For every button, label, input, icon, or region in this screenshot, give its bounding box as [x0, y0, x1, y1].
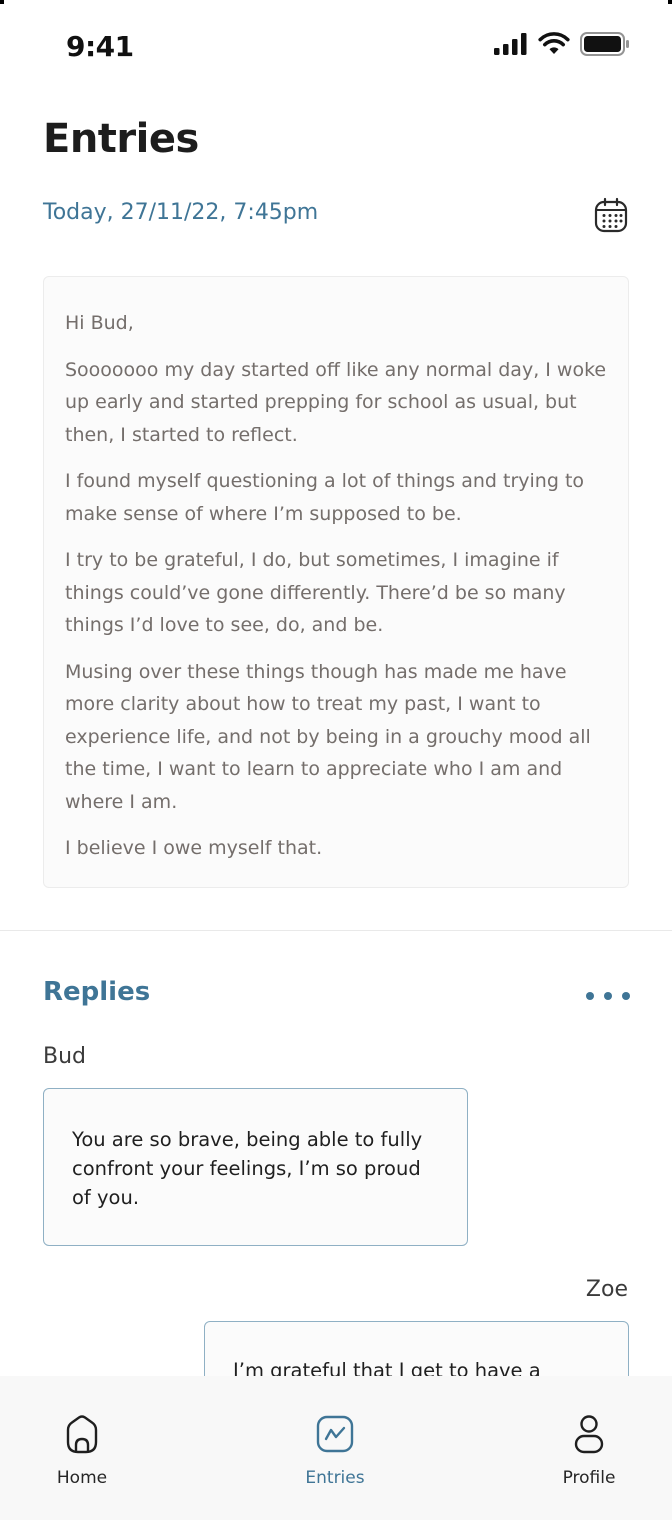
- more-dot: [622, 992, 630, 1000]
- wifi-icon: [538, 32, 570, 54]
- battery-icon: [580, 32, 629, 56]
- nav-label: Profile: [562, 1468, 616, 1488]
- home-icon: [66, 1415, 98, 1454]
- more-dot: [586, 992, 594, 1000]
- status-time: 9:41: [66, 30, 134, 63]
- reply-author: Zoe: [585, 1277, 628, 1302]
- screen-corner: [668, 0, 672, 4]
- bottom-nav: Home Entries Profile: [0, 1376, 672, 1520]
- entry-date[interactable]: Today, 27/11/22, 7:45pm: [43, 200, 318, 225]
- nav-label: Entries: [305, 1468, 365, 1488]
- profile-icon: [574, 1415, 604, 1454]
- status-icons: [494, 32, 630, 56]
- entry-paragraph: Hi Bud,: [65, 312, 134, 334]
- entry-paragraph: Sooooooo my day started off like any nor…: [65, 358, 607, 446]
- app-screen: 9:41 Entries Today, 27/11/22, 7:45pm Hi …: [0, 0, 672, 1520]
- entry-paragraph: Musing over these things though has made…: [65, 660, 591, 813]
- section-divider: [0, 930, 672, 931]
- calendar-icon[interactable]: [594, 197, 628, 233]
- nav-item-home[interactable]: Home: [22, 1412, 142, 1488]
- more-dot: [604, 992, 612, 1000]
- entry-paragraph: I found myself questioning a lot of thin…: [65, 470, 585, 525]
- entry-paragraph: I try to be grateful, I do, but sometime…: [65, 549, 566, 636]
- screen-corner: [0, 0, 4, 4]
- signal-icon: [494, 33, 527, 55]
- reply-author: Bud: [43, 1044, 87, 1069]
- entry-paragraph: I believe I owe myself that.: [65, 837, 323, 859]
- entry-card: Hi Bud, Sooooooo my day started off like…: [43, 276, 629, 888]
- reply-bubble: You are so brave, being able to fully co…: [43, 1088, 468, 1246]
- page-title: Entries: [43, 116, 199, 162]
- nav-item-entries[interactable]: Entries: [275, 1412, 395, 1488]
- entries-chart-icon: [316, 1415, 354, 1453]
- nav-label: Home: [56, 1468, 108, 1488]
- nav-item-profile[interactable]: Profile: [529, 1412, 649, 1488]
- replies-title: Replies: [43, 977, 151, 1007]
- more-horizontal-icon[interactable]: [586, 988, 630, 1004]
